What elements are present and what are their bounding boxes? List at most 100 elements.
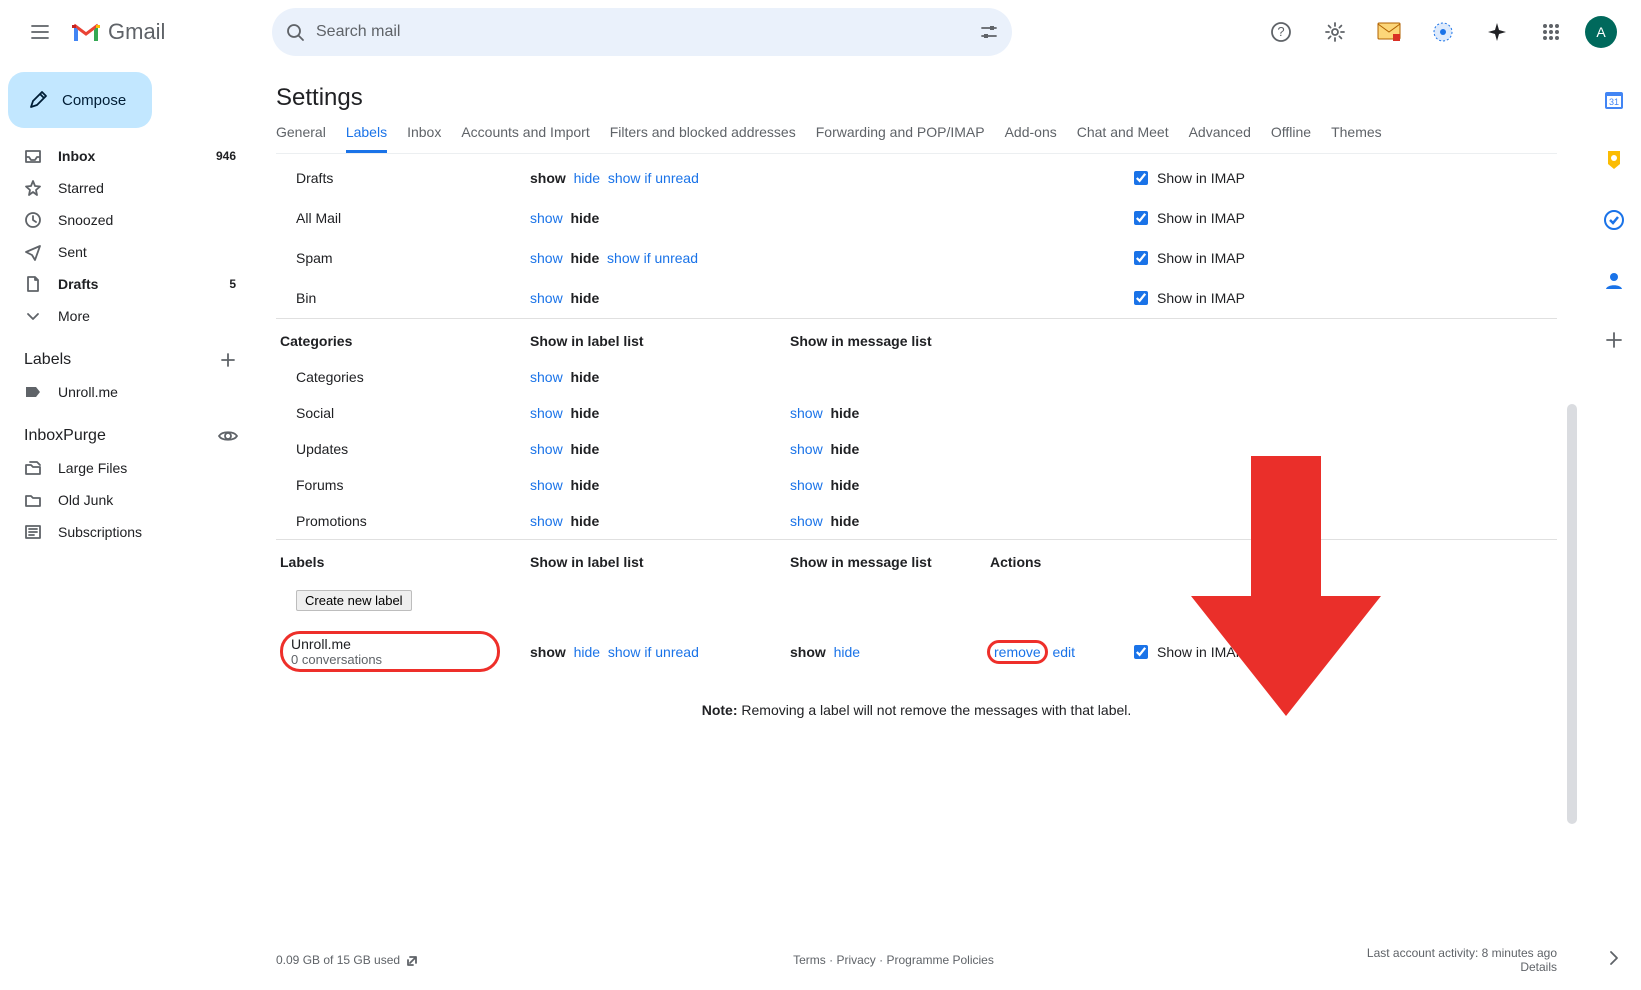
tab-add-ons[interactable]: Add-ons: [1005, 124, 1057, 153]
nav-label: Old Junk: [58, 492, 236, 508]
imap-checkbox[interactable]: [1134, 171, 1148, 185]
calendar-addon[interactable]: 31: [1594, 80, 1634, 120]
imap-checkbox[interactable]: [1134, 211, 1148, 225]
apps-grid-button[interactable]: [1531, 12, 1571, 52]
list-show[interactable]: show: [530, 513, 563, 529]
show-in-imap[interactable]: Show in IMAP: [1130, 288, 1553, 308]
remove-label-link[interactable]: remove: [990, 643, 1045, 661]
list-show-if-unread[interactable]: show if unread: [607, 250, 698, 266]
imap-checkbox[interactable]: [1134, 291, 1148, 305]
help-button[interactable]: ?: [1261, 12, 1301, 52]
imap-checkbox[interactable]: [1134, 251, 1148, 265]
create-label-button[interactable]: Create new label: [296, 590, 412, 611]
list-show[interactable]: show: [530, 441, 563, 457]
label-name: Bin: [276, 278, 526, 319]
scrollbar[interactable]: [1567, 404, 1577, 824]
note-prefix: Note:: [702, 702, 738, 718]
list-hide[interactable]: hide: [574, 170, 600, 186]
list-show[interactable]: show: [530, 290, 563, 306]
tab-offline[interactable]: Offline: [1271, 124, 1311, 153]
footer-details-link[interactable]: Details: [1520, 960, 1557, 974]
label-list-actions: show hide: [526, 503, 786, 540]
tab-inbox[interactable]: Inbox: [407, 124, 441, 153]
tab-accounts-and-import[interactable]: Accounts and Import: [461, 124, 589, 153]
mail-addon-icon[interactable]: [1369, 12, 1409, 52]
tab-advanced[interactable]: Advanced: [1189, 124, 1251, 153]
inboxpurge-visibility-icon[interactable]: [216, 424, 240, 448]
show-in-imap[interactable]: Show in IMAP: [1130, 642, 1553, 662]
contacts-addon[interactable]: [1594, 260, 1634, 300]
msg-show[interactable]: show: [790, 477, 823, 493]
message-list-actions: show hide: [786, 621, 986, 682]
msg-show[interactable]: show: [790, 513, 823, 529]
pencil-icon: [28, 90, 48, 110]
add-label-button[interactable]: [216, 348, 240, 372]
list-show[interactable]: show: [530, 250, 563, 266]
tasks-addon[interactable]: [1594, 200, 1634, 240]
keep-addon[interactable]: [1594, 140, 1634, 180]
show-in-imap[interactable]: Show in IMAP: [1130, 208, 1553, 228]
tab-filters-and-blocked-addresses[interactable]: Filters and blocked addresses: [610, 124, 796, 153]
account-avatar[interactable]: A: [1585, 16, 1617, 48]
footer-pp-link[interactable]: Programme Policies: [886, 953, 993, 967]
footer-privacy-link[interactable]: Privacy: [836, 953, 875, 967]
tab-themes[interactable]: Themes: [1331, 124, 1382, 153]
show-in-imap[interactable]: Show in IMAP: [1130, 248, 1553, 268]
list-show[interactable]: show: [530, 210, 563, 226]
search-input[interactable]: [314, 22, 970, 42]
nav-label: Drafts: [58, 276, 213, 292]
sidebar-inboxpurge-old-junk[interactable]: Old Junk: [0, 484, 248, 516]
sidebar-inboxpurge-subscriptions[interactable]: Subscriptions: [0, 516, 248, 548]
category-row: Categories show hide: [276, 359, 1557, 395]
msg-show[interactable]: show: [790, 405, 823, 421]
side-panel: 31: [1585, 64, 1641, 990]
collapse-side-panel[interactable]: [1594, 938, 1634, 978]
search-icon: [284, 21, 306, 43]
search-options-icon[interactable]: [978, 21, 1000, 43]
sidebar-item-starred[interactable]: Starred: [0, 172, 248, 204]
edit-label-link[interactable]: edit: [1052, 644, 1075, 660]
search-bar[interactable]: [272, 8, 1012, 56]
sidebar-item-snoozed[interactable]: Snoozed: [0, 204, 248, 236]
list-show[interactable]: show: [530, 369, 563, 385]
addon-dot-icon[interactable]: [1423, 12, 1463, 52]
list-hide: hide: [570, 513, 599, 529]
list-hide: hide: [570, 405, 599, 421]
sidebar-item-more[interactable]: More: [0, 300, 248, 332]
nav-label: Snoozed: [58, 212, 236, 228]
msg-hide[interactable]: hide: [834, 644, 860, 660]
tab-labels[interactable]: Labels: [346, 124, 387, 153]
list-show-if-unread[interactable]: show if unread: [608, 170, 699, 186]
sidebar-item-sent[interactable]: Sent: [0, 236, 248, 268]
list-show-if-unread[interactable]: show if unread: [608, 644, 699, 660]
nav-count: 946: [216, 149, 236, 163]
chevron-right-icon: [1605, 949, 1623, 967]
sidebar-inboxpurge-large-files[interactable]: Large Files: [0, 452, 248, 484]
sidebar-item-inbox[interactable]: Inbox 946: [0, 140, 248, 172]
tab-chat-and-meet[interactable]: Chat and Meet: [1077, 124, 1169, 153]
show-in-imap[interactable]: Show in IMAP: [1130, 168, 1553, 188]
main-menu-button[interactable]: [16, 8, 64, 56]
settings-button[interactable]: [1315, 12, 1355, 52]
get-addons-button[interactable]: [1594, 320, 1634, 360]
tab-general[interactable]: General: [276, 124, 326, 153]
imap-label: Show in IMAP: [1157, 170, 1245, 186]
open-in-new-icon[interactable]: [406, 953, 420, 967]
list-show[interactable]: show: [530, 477, 563, 493]
logo[interactable]: Gmail: [72, 19, 248, 45]
compose-button[interactable]: Compose: [8, 72, 152, 128]
list-show[interactable]: show: [530, 405, 563, 421]
imap-checkbox[interactable]: [1134, 645, 1148, 659]
tab-forwarding-and-pop-imap[interactable]: Forwarding and POP/IMAP: [816, 124, 985, 153]
sparkle-icon[interactable]: [1477, 12, 1517, 52]
list-hide: hide: [570, 441, 599, 457]
sidebar-item-drafts[interactable]: Drafts 5: [0, 268, 248, 300]
imap-label: Show in IMAP: [1157, 290, 1245, 306]
plus-icon: [1604, 330, 1624, 350]
msg-show[interactable]: show: [790, 441, 823, 457]
hamburger-icon: [28, 20, 52, 44]
footer-terms-link[interactable]: Terms: [793, 953, 826, 967]
newspaper-icon: [24, 523, 42, 541]
list-hide[interactable]: hide: [574, 644, 600, 660]
sidebar-label-unroll-me[interactable]: Unroll.me: [0, 376, 248, 408]
